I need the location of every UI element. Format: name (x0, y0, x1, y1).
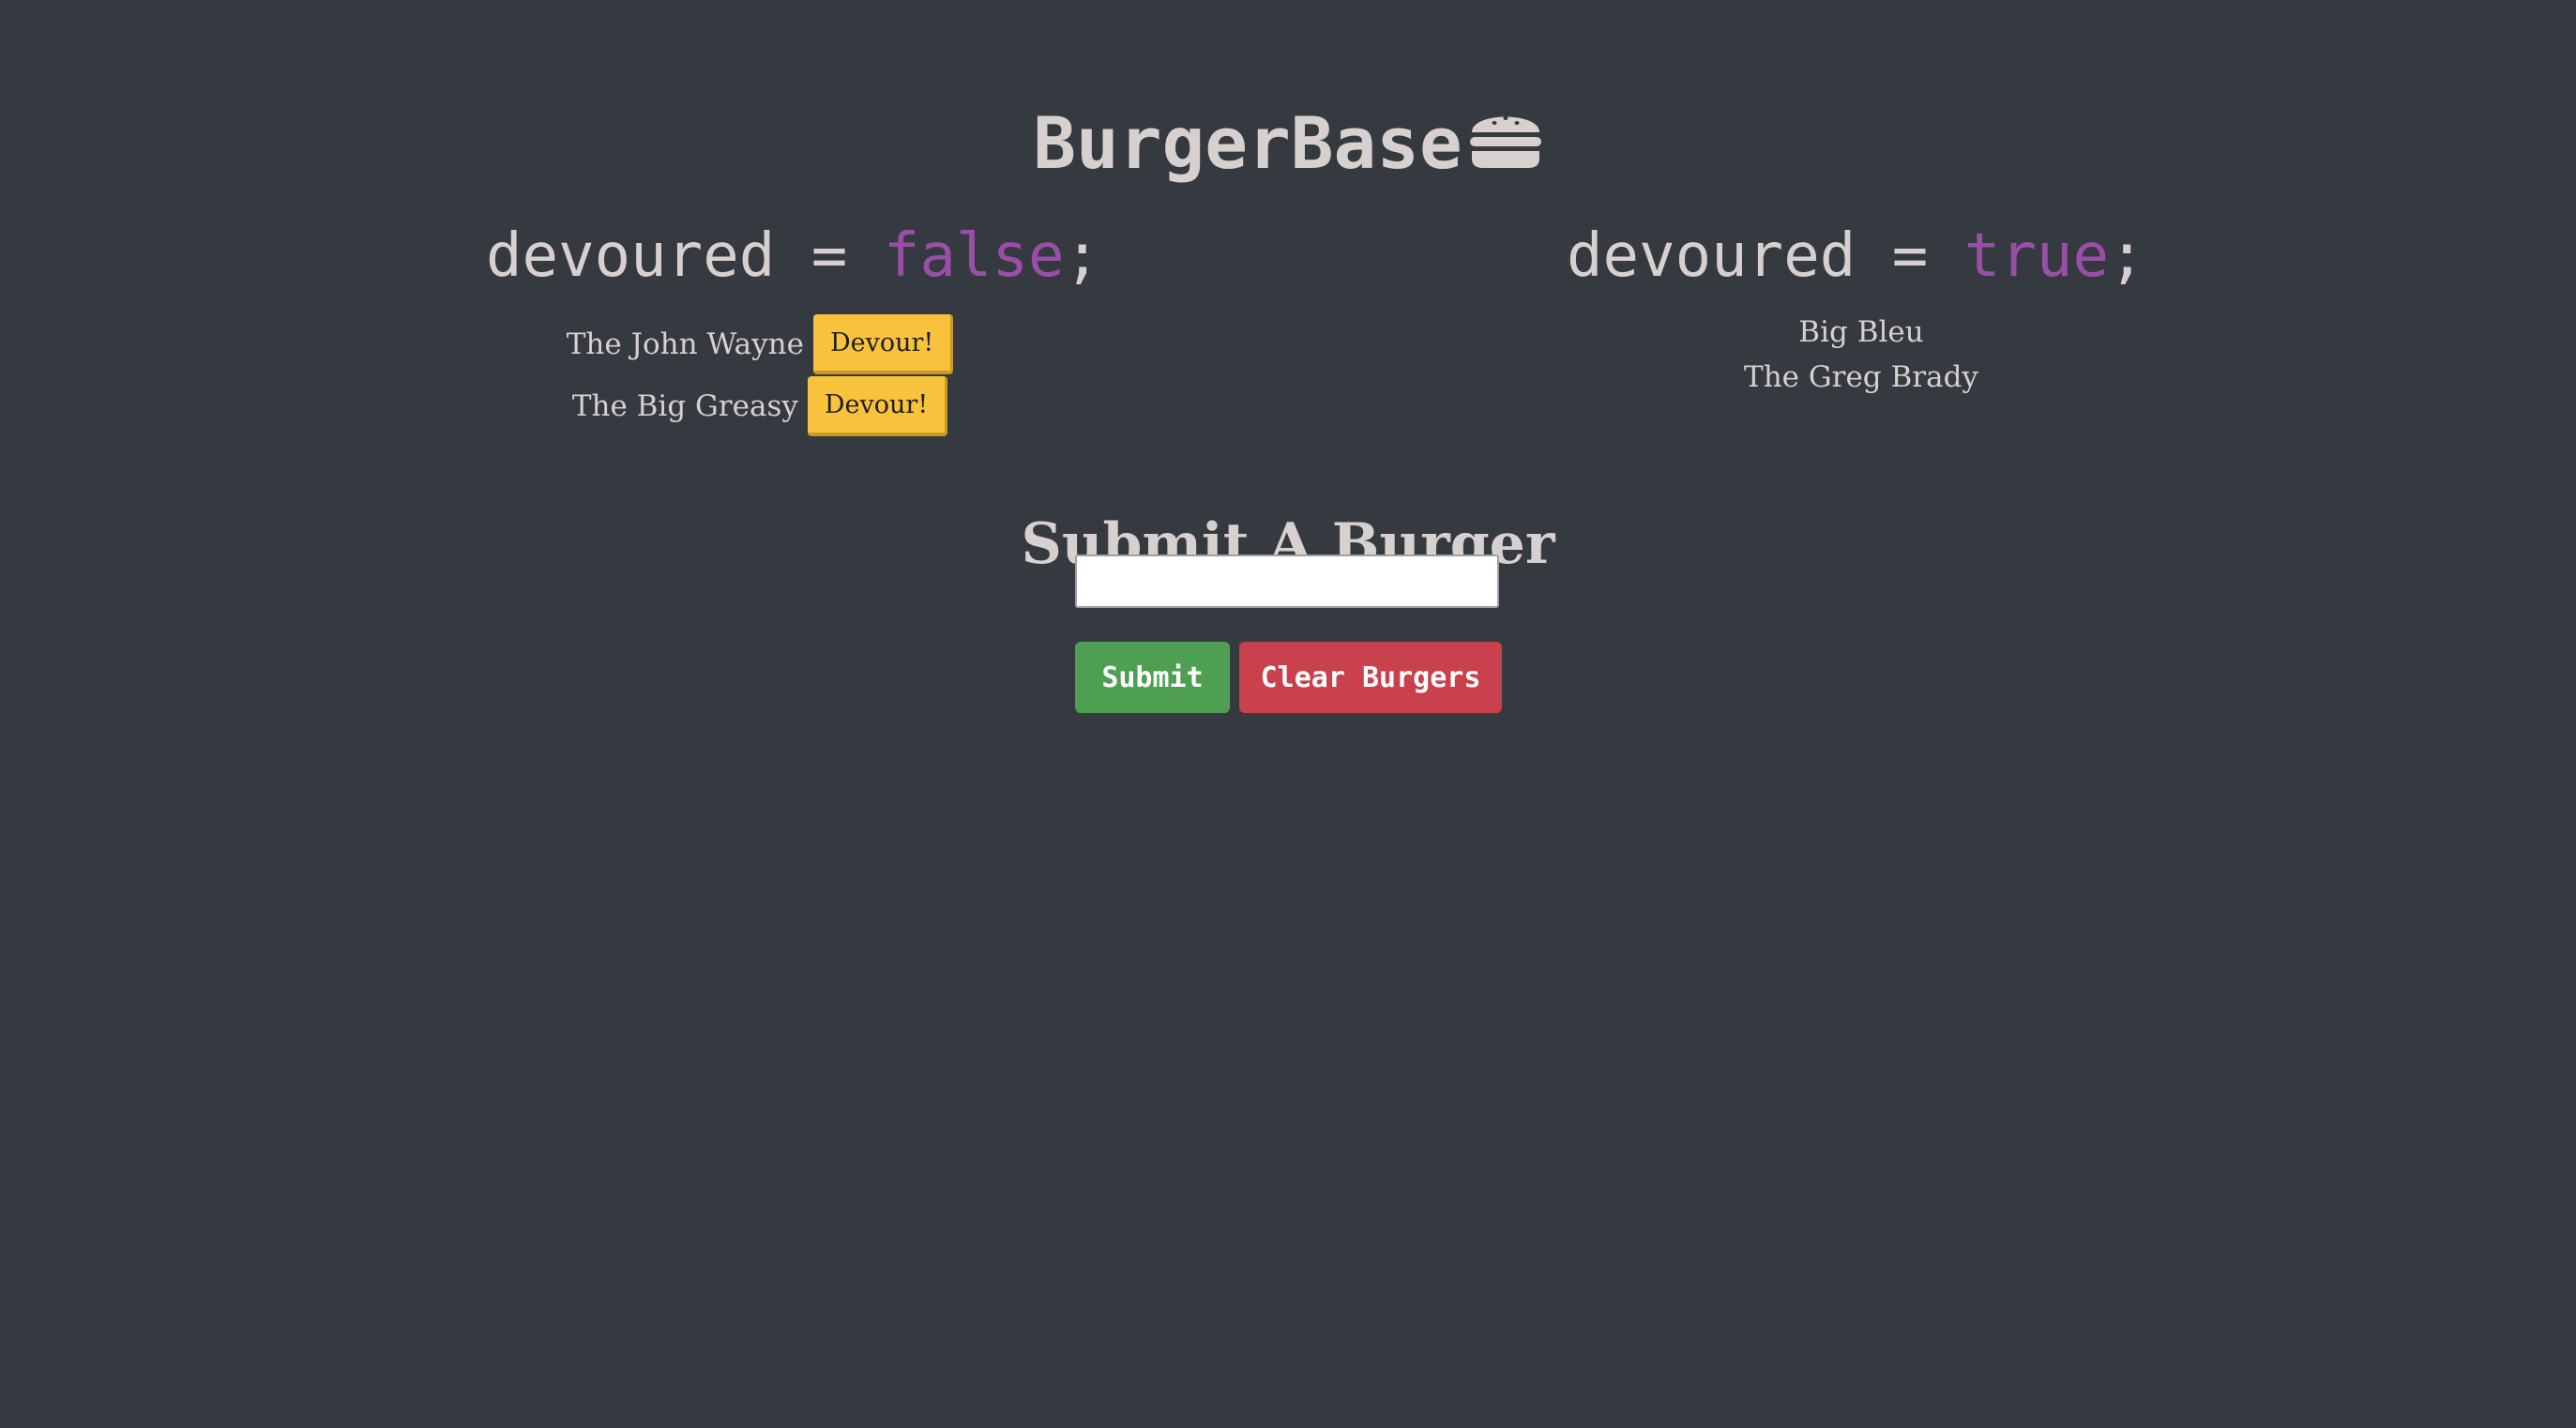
list-item: The Greg Brady (1744, 360, 1978, 394)
app-title: BurgerBase (0, 97, 2576, 194)
list-item: The Big Greasy Devour! (525, 375, 994, 437)
devoured-heading: devoured = true; (1567, 214, 2145, 298)
list-item: The John Wayne Devour! (525, 313, 994, 375)
devoured-heading-suffix: ; (2108, 221, 2145, 291)
clear-burgers-button[interactable]: Clear Burgers (1239, 642, 1502, 713)
burger-name: The Big Greasy (571, 389, 798, 423)
app-title-text: BurgerBase (1033, 100, 1462, 185)
list-item: Big Bleu (1798, 315, 1924, 349)
devour-button[interactable]: Devour! (807, 376, 948, 436)
undevoured-heading: devoured = false; (486, 214, 1100, 298)
undevoured-heading-value: false (883, 221, 1065, 291)
undevoured-heading-suffix: ; (1064, 221, 1101, 291)
devoured-burger-list: Big Bleu The Greg Brady (1627, 310, 2096, 400)
devoured-heading-value: true (1963, 221, 2109, 291)
devour-button[interactable]: Devour! (812, 314, 954, 374)
undevoured-heading-prefix: devoured = (486, 221, 884, 291)
burger-name-input[interactable] (1075, 554, 1499, 608)
undevoured-burger-list: The John Wayne Devour! The Big Greasy De… (525, 313, 994, 437)
burger-name: The John Wayne (566, 327, 804, 361)
submit-button[interactable]: Submit (1075, 642, 1230, 713)
hamburger-icon (1468, 100, 1543, 194)
devoured-heading-prefix: devoured = (1567, 221, 1964, 291)
